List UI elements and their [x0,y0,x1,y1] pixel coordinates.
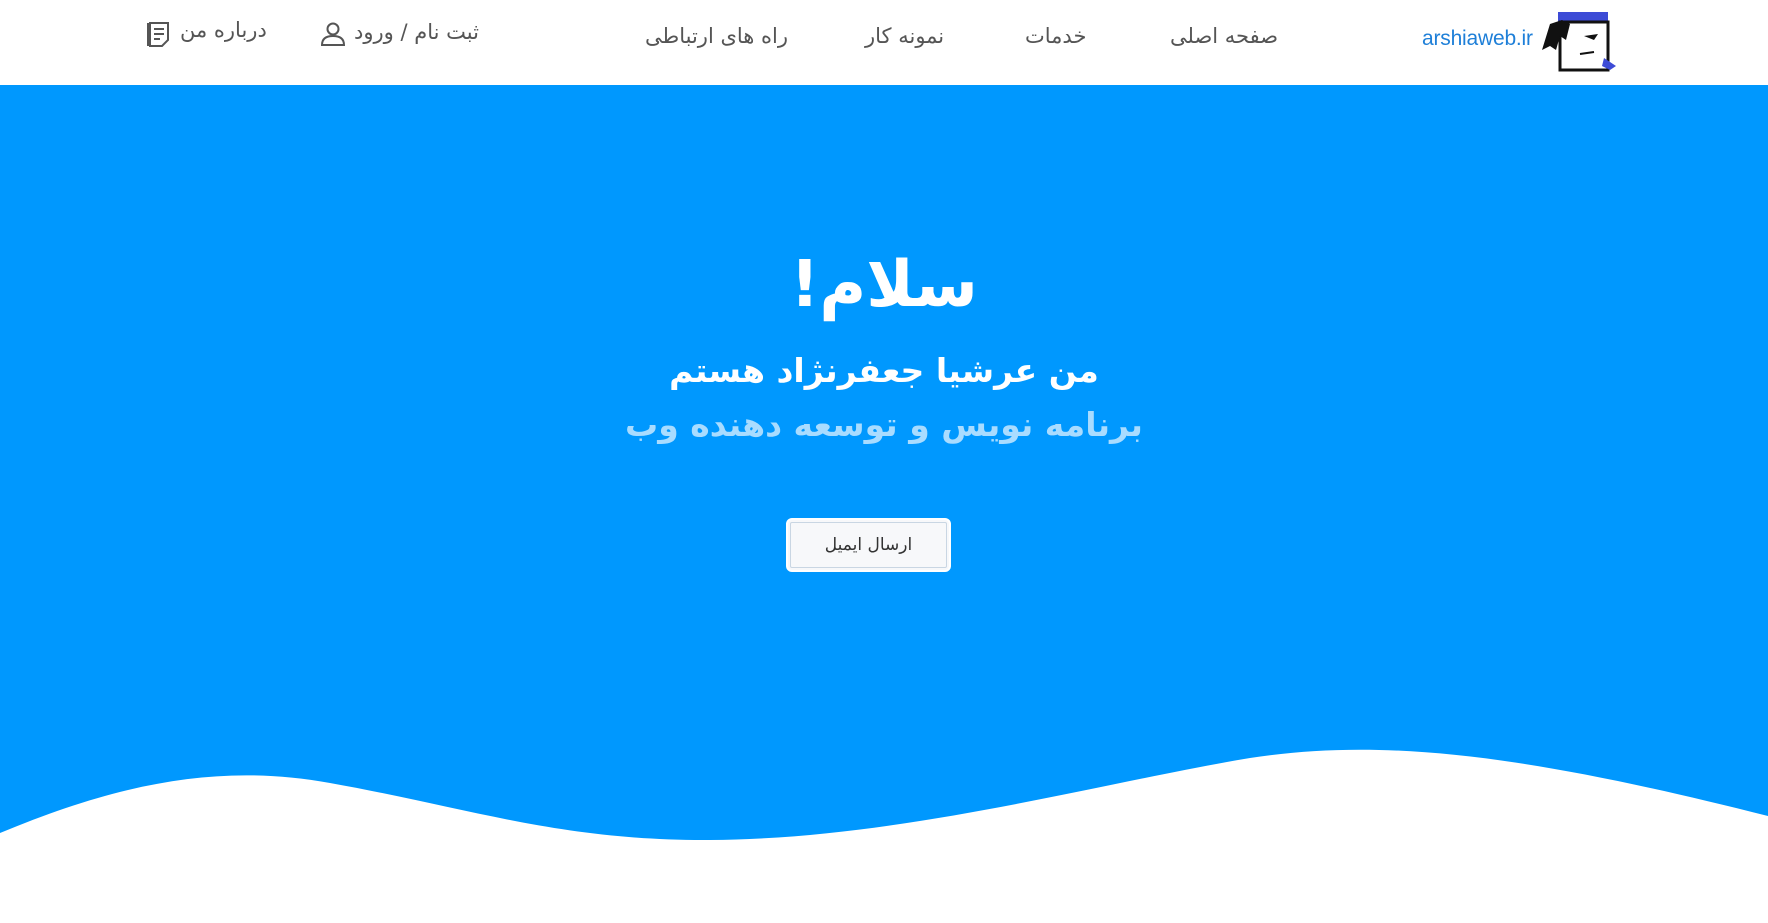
nav-portfolio[interactable]: نمونه کار [865,24,944,48]
hero-section: سلام! من عرشیا جعفرنژاد هستم برنامه نویس… [0,85,1768,923]
hero-subtitle: من عرشیا جعفرنژاد هستم [669,351,1099,390]
nav-services[interactable]: خدمات [1025,24,1086,48]
hero-title: سلام! [790,248,978,322]
hero-role: برنامه نویس و توسعه دهنده وب [625,405,1143,444]
site-header: arshiaweb.ir صفحه اصلی خدمات نمونه کار ر… [0,0,1768,85]
send-email-button[interactable]: ارسال ایمیل [786,518,951,572]
hero-wave-divider [0,749,1768,923]
login-register-link[interactable]: ثبت نام / ورود [354,20,479,44]
document-icon[interactable] [144,20,172,48]
about-me-link[interactable]: درباره من [180,18,267,42]
nav-contact[interactable]: راه های ارتباطی [645,24,788,48]
user-icon[interactable] [320,21,346,47]
logo-avatar-icon[interactable] [1540,10,1616,72]
logo-text[interactable]: arshiaweb.ir [1422,27,1533,51]
nav-home[interactable]: صفحه اصلی [1170,24,1278,48]
